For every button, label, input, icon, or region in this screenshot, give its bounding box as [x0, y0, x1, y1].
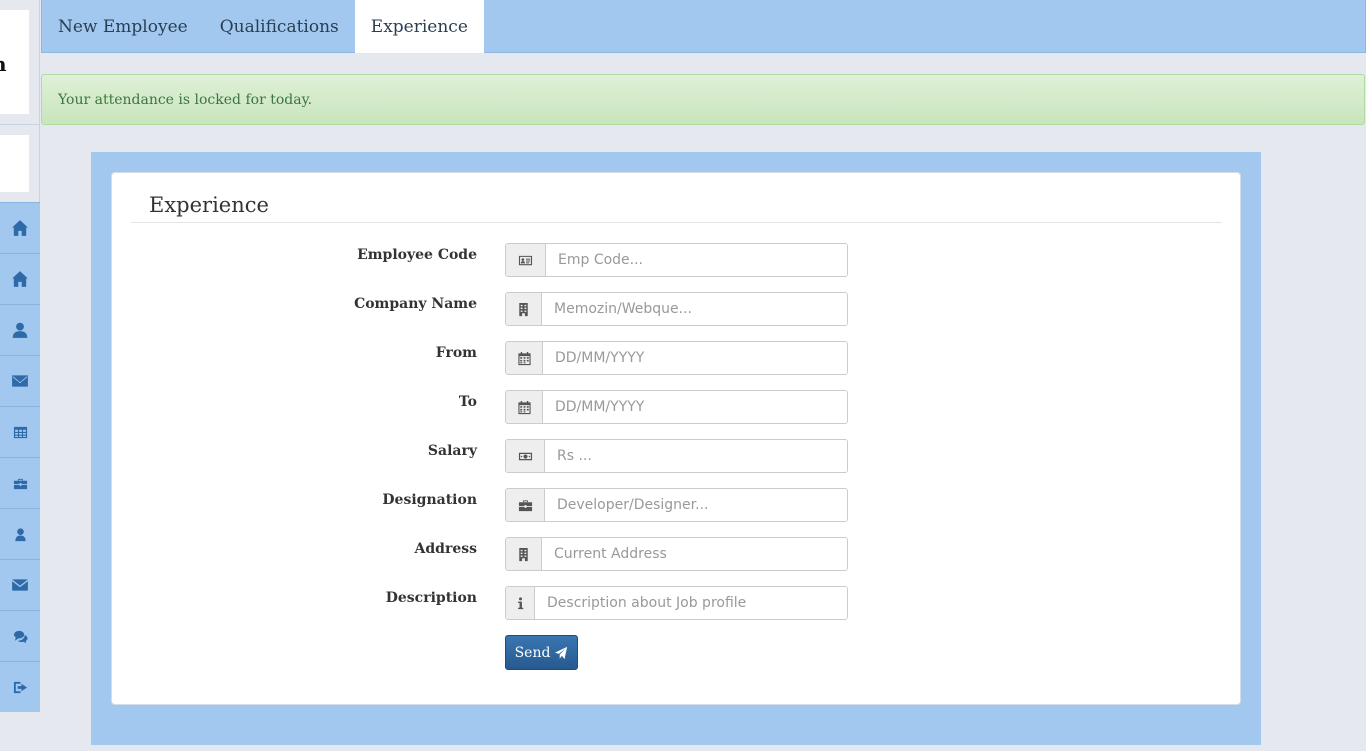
sidebar-item-chat[interactable] — [0, 610, 40, 661]
calendar-icon — [506, 342, 543, 374]
form-panel-wrapper: Experience Employee Code Company Name — [91, 152, 1261, 745]
from-date-input[interactable] — [543, 342, 847, 374]
designation-label: Designation — [382, 492, 477, 508]
tab-new-employee[interactable]: New Employee — [42, 0, 204, 53]
salary-input[interactable] — [545, 440, 847, 472]
sidebar-item-dashboard[interactable] — [0, 253, 40, 304]
table-icon — [13, 426, 27, 438]
home-icon — [12, 220, 28, 236]
alert-text: Your attendance is locked for today. — [58, 91, 313, 108]
sidebar-item-mail[interactable] — [0, 355, 40, 406]
briefcase-icon — [506, 489, 545, 521]
tab-bar: New Employee Qualifications Experience — [41, 0, 1366, 53]
money-icon — [506, 440, 545, 472]
employee-code-group — [505, 243, 848, 277]
form-row-designation: Designation — [112, 488, 1242, 522]
form-row-salary: Salary — [112, 439, 1242, 473]
tab-qualifications[interactable]: Qualifications — [204, 0, 355, 53]
description-label: Description — [385, 590, 477, 606]
designation-input[interactable] — [545, 489, 847, 521]
to-group — [505, 390, 848, 424]
description-group — [505, 586, 848, 620]
form-row-company-name: Company Name — [112, 292, 1242, 326]
from-label: From — [435, 345, 477, 361]
tab-experience[interactable]: Experience — [354, 0, 484, 53]
form-title: Experience — [149, 193, 269, 217]
title-divider — [131, 222, 1222, 223]
logo[interactable]: n — [0, 10, 29, 114]
comments-icon — [13, 630, 28, 643]
sidebar-item-logout[interactable] — [0, 661, 40, 712]
to-label: To — [458, 394, 477, 410]
salary-label: Salary — [427, 443, 477, 459]
sidebar-item-messages[interactable] — [0, 559, 40, 610]
sign-out-icon — [13, 681, 27, 693]
company-name-label: Company Name — [354, 296, 477, 312]
send-button[interactable]: Send — [505, 635, 578, 670]
calendar-icon — [506, 391, 543, 423]
form-row-to: To — [112, 390, 1242, 424]
send-button-label: Send — [514, 644, 551, 661]
logo-area: n — [0, 0, 40, 124]
experience-form-card: Experience Employee Code Company Name — [111, 172, 1241, 705]
sidebar-item-profile[interactable] — [0, 304, 40, 355]
building-icon — [506, 538, 542, 570]
sidebar-item-employees[interactable] — [0, 508, 40, 559]
company-name-input[interactable] — [542, 293, 847, 325]
paper-plane-icon — [555, 646, 568, 659]
envelope-icon — [12, 375, 28, 387]
sidebar-item-jobs[interactable] — [0, 457, 40, 508]
briefcase-icon — [13, 478, 27, 489]
description-input[interactable] — [535, 587, 847, 619]
employee-code-input[interactable] — [546, 244, 847, 276]
company-name-group — [505, 292, 848, 326]
address-label: Address — [414, 541, 478, 557]
to-date-input[interactable] — [543, 391, 847, 423]
form-row-from: From — [112, 341, 1242, 375]
logo-text: n — [0, 52, 7, 76]
user-icon — [14, 527, 26, 541]
user-icon — [12, 322, 28, 338]
form-row-employee-code: Employee Code — [112, 243, 1242, 277]
salary-group — [505, 439, 848, 473]
envelope-icon — [12, 579, 28, 591]
home-icon — [12, 271, 28, 287]
from-group — [505, 341, 848, 375]
address-input[interactable] — [542, 538, 847, 570]
building-icon — [506, 293, 542, 325]
form-row-description: Description — [112, 586, 1242, 620]
address-group — [505, 537, 848, 571]
attendance-alert: Your attendance is locked for today. — [41, 74, 1365, 125]
sidebar: n — [0, 0, 40, 751]
designation-group — [505, 488, 848, 522]
sidebar-item-table[interactable] — [0, 406, 40, 457]
profile-image — [0, 135, 29, 192]
sidebar-item-home[interactable] — [0, 202, 40, 253]
id-card-icon — [506, 244, 546, 276]
info-icon — [506, 587, 535, 619]
employee-code-label: Employee Code — [357, 247, 477, 263]
form-row-address: Address — [112, 537, 1242, 571]
profile-area — [0, 124, 40, 202]
sidebar-nav — [0, 202, 40, 712]
